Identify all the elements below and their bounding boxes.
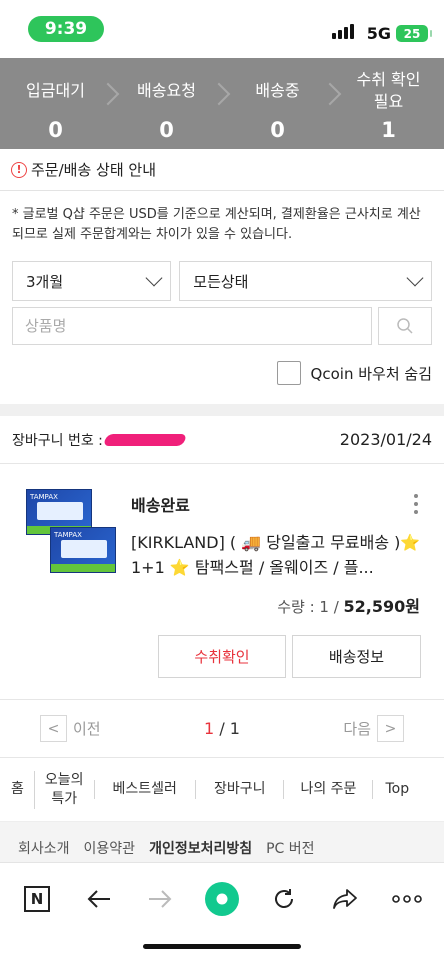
period-value: 3개월 [26, 272, 64, 291]
step-shipping-requested[interactable]: 배송요청 0 [111, 58, 222, 149]
step-label: 배송요청 [137, 80, 196, 100]
voucher-label: Qcoin 바우처 숨김 [310, 364, 432, 383]
prev-page-button[interactable]: < 이전 [40, 715, 101, 742]
cart-header: 장바구니 번호 : 2023/01/24 [0, 416, 444, 464]
step-count: 1 [381, 118, 396, 143]
browser-toolbar: N [0, 862, 444, 960]
period-select[interactable]: 3개월 [12, 261, 172, 301]
shipping-info-button[interactable]: 배송정보 [292, 635, 421, 678]
order-item: TAMPAX TAMPAX 배송완료 [KIRKLAND] ( 🚚 당일출고 무… [0, 464, 444, 700]
status-value: 모든상태 [193, 272, 249, 291]
footer-link-deals[interactable]: 오늘의 특가 [33, 770, 94, 809]
chevron-down-icon [406, 269, 424, 287]
order-status-steps: 입금대기 0 배송요청 0 배송중 0 수취 확인 필요 1 [0, 58, 444, 149]
green-dot-icon [205, 882, 239, 916]
network-type: 5G [366, 24, 391, 43]
refresh-button[interactable] [262, 877, 306, 921]
voucher-toggle[interactable]: Qcoin 바우처 숨김 [0, 361, 444, 385]
step-count: 0 [159, 118, 174, 143]
share-icon [333, 889, 357, 909]
delivery-status: 배송완료 [131, 496, 190, 515]
search-icon [397, 318, 413, 334]
confirm-receipt-button[interactable]: 수취확인 [158, 635, 286, 678]
redaction-mark [102, 433, 188, 446]
step-label: 입금대기 [26, 80, 85, 100]
thumb-brand-text: TAMPAX [54, 531, 82, 539]
signal-icon [332, 24, 354, 39]
next-page-button[interactable]: 다음 > [343, 715, 404, 742]
status-bar: 9:39 5G 25 [0, 0, 444, 58]
share-button[interactable] [323, 877, 367, 921]
footer-link-cart[interactable]: 장바구니 [194, 780, 284, 799]
step-count: 0 [270, 118, 285, 143]
thumb-brand-text: TAMPAX [30, 493, 58, 501]
cart-number-label: 장바구니 번호 : [12, 432, 103, 449]
green-dot-button[interactable] [200, 877, 244, 921]
search-button[interactable] [378, 307, 432, 345]
product-name[interactable]: [KIRKLAND] ( 🚚 당일출고 무료배송 )⭐ 1+1 ⭐ 탐팩스펄 /… [131, 530, 421, 580]
pagination: < 이전 1 / 1 다음 > [0, 700, 444, 758]
refresh-icon [275, 889, 293, 908]
forward-button[interactable] [138, 877, 182, 921]
battery-icon: 25 [396, 25, 432, 42]
step-label: 수취 확인 필요 [356, 69, 421, 111]
cart-date: 2023/01/24 [339, 430, 432, 449]
current-page: 1 [204, 719, 215, 738]
footer-link-top[interactable]: Top [372, 780, 421, 799]
step-in-transit[interactable]: 배송중 0 [222, 58, 333, 149]
chevron-down-icon [145, 269, 163, 287]
step-count: 0 [48, 118, 63, 143]
total-pages: / 1 [219, 719, 240, 738]
order-status-guide[interactable]: ! 주문/배송 상태 안내 [0, 149, 444, 191]
more-options-icon[interactable] [414, 494, 418, 514]
prev-label: 이전 [73, 720, 101, 738]
price: 52,590원 [343, 597, 420, 616]
back-button[interactable] [77, 877, 121, 921]
page-indicator: 1 / 1 [204, 719, 240, 738]
footer-link-best[interactable]: 베스트셀러 [93, 780, 195, 799]
product-search-input[interactable] [12, 307, 372, 345]
next-label: 다음 [343, 720, 371, 738]
chevron-right-icon: > [377, 715, 404, 742]
footer-link-home[interactable]: 홈 [0, 780, 34, 799]
alert-icon: ! [11, 161, 27, 178]
naver-icon: N [24, 886, 50, 912]
arrow-left-icon [87, 890, 110, 908]
step-receipt-confirm[interactable]: 수취 확인 필요 1 [333, 58, 444, 149]
more-menu-button[interactable] [385, 877, 429, 921]
footer-nav: 홈 오늘의 특가 베스트셀러 장바구니 나의 주문 Top [0, 758, 444, 822]
status-select[interactable]: 모든상태 [179, 261, 432, 301]
more-horizontal-icon [392, 895, 422, 903]
guide-label: 주문/배송 상태 안내 [31, 161, 156, 179]
home-indicator [143, 944, 301, 949]
quantity-price: 수량 : 1 / 52,590원 [277, 593, 420, 617]
chevron-left-icon: < [40, 715, 67, 742]
product-thumbnail[interactable]: TAMPAX TAMPAX [24, 489, 120, 581]
quantity-label: 수량 : 1 / [277, 598, 344, 616]
naver-button[interactable]: N [15, 877, 59, 921]
step-label: 배송중 [255, 80, 300, 100]
arrow-right-icon [149, 890, 172, 908]
footer-link-my-orders[interactable]: 나의 주문 [283, 780, 372, 799]
currency-notice: * 글로벌 Q샵 주문은 USD를 기준으로 계산되며, 결제환율은 근사치로 … [12, 207, 421, 242]
step-awaiting-payment[interactable]: 입금대기 0 [0, 58, 111, 149]
voucher-checkbox[interactable] [276, 361, 301, 385]
status-time: 9:39 [28, 16, 104, 42]
